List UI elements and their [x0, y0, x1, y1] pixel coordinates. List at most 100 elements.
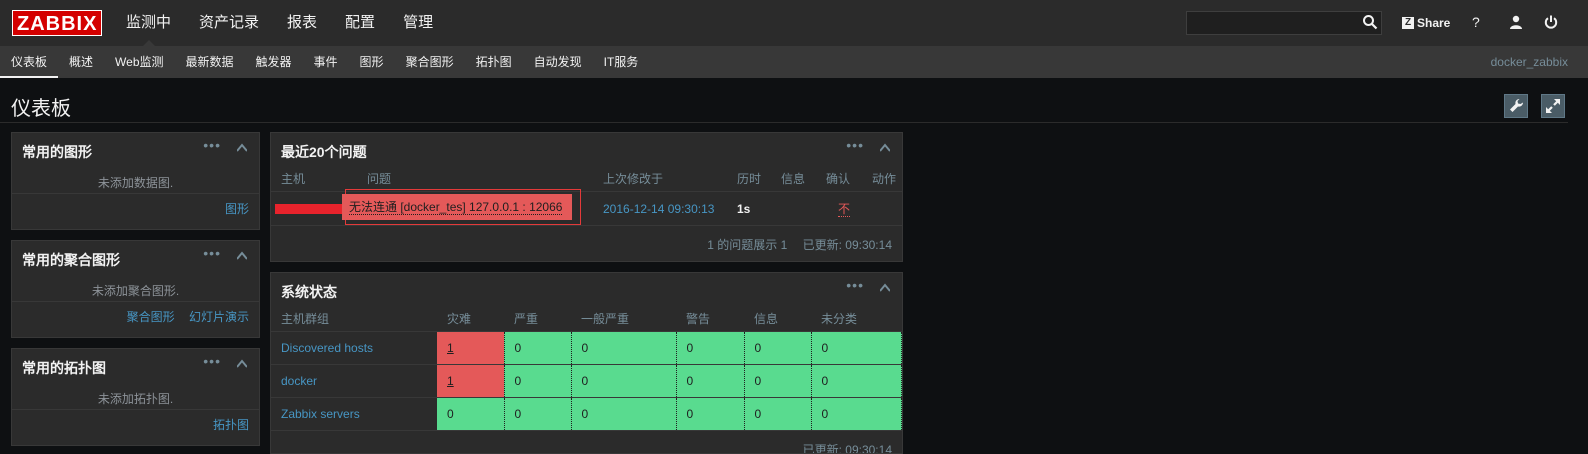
widget-title: 系统状态 — [281, 284, 337, 300]
nav-monitoring[interactable]: 监测中 — [112, 0, 185, 46]
nav-administration[interactable]: 管理 — [389, 0, 447, 46]
subnav-dashboard[interactable]: 仪表板 — [0, 46, 59, 78]
widget-title: 最近20个问题 — [281, 144, 367, 160]
widget-system-status: 系统状态 ••• 主机群组 灾难 严重 一般严重 警告 信息 未分类 Disco… — [270, 272, 903, 454]
widget-favorite-graphs: 常用的图形 ••• 未添加数据图. 图形 — [11, 132, 260, 230]
server-node-name: docker_zabbix — [1490, 55, 1568, 69]
subnav-screens[interactable]: 聚合图形 — [395, 46, 465, 78]
actions-cell — [862, 191, 902, 226]
more-dots-icon[interactable]: ••• — [846, 137, 864, 153]
system-status-table: 主机群组 灾难 严重 一般严重 警告 信息 未分类 Discovered hos… — [271, 305, 902, 431]
col-disaster: 灾难 — [437, 305, 504, 332]
information-count-cell: 0 — [744, 364, 812, 398]
collapse-chevron-icon[interactable] — [237, 143, 247, 153]
share-label: Share — [1417, 16, 1451, 30]
col-info: 信息 — [771, 165, 816, 192]
warning-count-cell: 0 — [676, 331, 745, 365]
host-group-cell: Discovered hosts — [271, 331, 437, 365]
search-icon[interactable] — [1362, 14, 1378, 30]
collapse-chevron-icon[interactable] — [237, 251, 247, 261]
subnav-graphs[interactable]: 图形 — [349, 46, 395, 78]
host-group-link[interactable]: docker — [281, 374, 317, 388]
col-warning: 警告 — [676, 305, 744, 332]
maps-link[interactable]: 拓扑图 — [213, 418, 249, 432]
disaster-count-cell: 0 — [437, 397, 505, 431]
problem-text: 无法连通 [docker_tes] 127.0.0.1 : 12066 — [349, 200, 563, 215]
empty-message: 未添加数据图. — [97, 176, 174, 190]
widget-title: 常用的聚合图形 — [22, 252, 120, 268]
duration-cell: 1s — [727, 191, 771, 226]
host-group-link[interactable]: Zabbix servers — [281, 407, 360, 421]
average-count-cell: 0 — [571, 397, 677, 431]
disaster-count-cell[interactable]: 1 — [437, 364, 505, 398]
system-status-footer: 已更新: 09:30:14 — [271, 431, 902, 454]
subnav-triggers[interactable]: 触发器 — [245, 46, 303, 78]
subnav-latest-data[interactable]: 最新数据 — [175, 46, 245, 78]
disaster-count: 1 — [447, 341, 454, 355]
fullscreen-icon — [1546, 99, 1560, 113]
sub-nav: 仪表板 概述 Web监测 最新数据 触发器 事件 图形 聚合图形 拓扑图 自动发… — [0, 46, 1588, 78]
host-group-link[interactable]: Discovered hosts — [281, 341, 373, 355]
power-icon[interactable] — [1543, 14, 1559, 30]
subnav-overview[interactable]: 概述 — [58, 46, 104, 78]
high-count-cell: 0 — [504, 397, 572, 431]
disaster-count-cell[interactable]: 1 — [437, 331, 505, 365]
problems-table: 主机 问题 上次修改于 历时 信息 确认 动作 无法连通 [docker_tes… — [271, 165, 902, 226]
issue-cell: 无法连通 [docker_tes] 127.0.0.1 : 12066 — [342, 189, 593, 226]
collapse-chevron-icon[interactable] — [880, 283, 890, 293]
warning-count-cell: 0 — [676, 397, 745, 431]
share-logo-icon: Z — [1402, 17, 1414, 29]
more-dots-icon[interactable]: ••• — [203, 245, 221, 261]
search-input[interactable] — [1186, 11, 1382, 35]
subnav-discovery[interactable]: 自动发现 — [523, 46, 593, 78]
last-change-link[interactable]: 2016-12-14 09:30:13 — [603, 202, 714, 216]
problem-link[interactable]: 无法连通 [docker_tes] 127.0.0.1 : 12066 — [342, 194, 572, 220]
collapse-chevron-icon[interactable] — [880, 143, 890, 153]
subnav-it-services[interactable]: IT服务 — [593, 46, 650, 78]
nav-reports[interactable]: 报表 — [273, 0, 331, 46]
problems-footer: 1 的问题展示 1 已更新: 09:30:14 — [271, 226, 902, 260]
share-button[interactable]: Z Share — [1402, 15, 1450, 31]
col-issue: 问题 — [357, 165, 593, 192]
information-count-cell: 0 — [744, 397, 812, 431]
high-count-cell: 0 — [504, 364, 572, 398]
table-row: Discovered hosts 1 0 0 0 0 0 — [271, 331, 902, 365]
col-ack: 确认 — [816, 165, 862, 192]
last-change-cell: 2016-12-14 09:30:13 — [593, 191, 727, 226]
edit-dashboard-button[interactable] — [1504, 94, 1528, 118]
header-divider — [0, 122, 1568, 123]
nav-inventory[interactable]: 资产记录 — [185, 0, 273, 46]
ack-link[interactable]: 不 — [837, 202, 850, 217]
host-group-cell: docker — [271, 364, 437, 398]
system-status-updated: 已更新: 09:30:14 — [802, 443, 892, 454]
top-bar: ZABBIX 监测中 资产记录 报表 配置 管理 Z Share ? — [0, 0, 1588, 46]
subnav-events[interactable]: 事件 — [303, 46, 349, 78]
subnav-web[interactable]: Web监测 — [104, 46, 174, 78]
collapse-chevron-icon[interactable] — [237, 359, 247, 369]
fullscreen-button[interactable] — [1541, 94, 1565, 118]
widget-footer: 拓扑图 — [12, 409, 259, 440]
more-dots-icon[interactable]: ••• — [203, 137, 221, 153]
slideshows-link[interactable]: 幻灯片演示 — [189, 310, 249, 324]
screens-link[interactable]: 聚合图形 — [127, 310, 175, 324]
info-cell — [771, 191, 816, 226]
ack-cell: 不 — [816, 191, 862, 226]
col-last-change: 上次修改于 — [593, 165, 727, 192]
information-count-cell: 0 — [744, 331, 812, 365]
warning-count-cell: 0 — [676, 364, 745, 398]
graphs-link[interactable]: 图形 — [225, 202, 249, 216]
wrench-icon — [1510, 98, 1524, 112]
subnav-maps[interactable]: 拓扑图 — [465, 46, 523, 78]
table-row: Zabbix servers 0 0 0 0 0 0 — [271, 397, 902, 431]
col-high: 严重 — [504, 305, 571, 332]
problems-updated: 已更新: 09:30:14 — [802, 238, 892, 252]
redacted-host-name[interactable] — [275, 203, 345, 214]
more-dots-icon[interactable]: ••• — [846, 277, 864, 293]
zabbix-logo[interactable]: ZABBIX — [12, 10, 103, 36]
nav-configuration[interactable]: 配置 — [331, 0, 389, 46]
more-dots-icon[interactable]: ••• — [203, 353, 221, 369]
user-icon[interactable] — [1509, 15, 1523, 29]
help-button[interactable]: ? — [1472, 14, 1480, 30]
host-group-cell: Zabbix servers — [271, 397, 437, 431]
table-row: docker 1 0 0 0 0 0 — [271, 364, 902, 398]
